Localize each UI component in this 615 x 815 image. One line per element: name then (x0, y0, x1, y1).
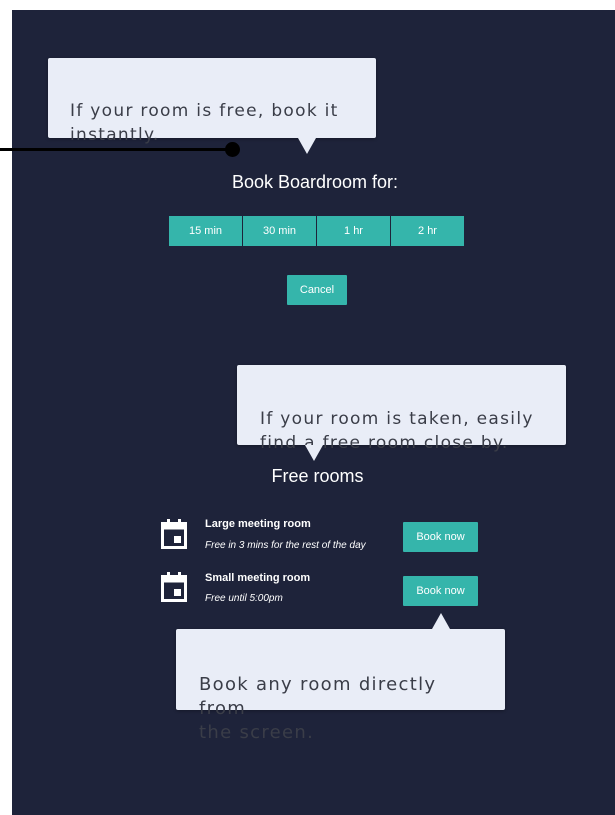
cancel-button[interactable]: Cancel (287, 275, 347, 305)
room-name: Large meeting room (205, 518, 311, 530)
duration-1-hr-button[interactable]: 1 hr (317, 216, 391, 246)
room-name: Small meeting room (205, 572, 311, 584)
tooltip-book-any-room: Book any room directly from the screen. (176, 613, 505, 743)
screenshot-canvas: If your room is free, book it instantly.… (0, 0, 615, 815)
duration-button-group: 15 min 30 min 1 hr 2 hr (169, 216, 464, 246)
tooltip-instant-book: If your room is free, book it instantly. (48, 58, 376, 154)
room-availability: Free in 3 mins for the rest of the day (205, 540, 366, 551)
tooltip-find-free-room: If your room is taken, easily find a fre… (237, 365, 566, 461)
calendar-icon (161, 519, 187, 549)
tooltip-tail (305, 445, 323, 461)
callout-pointer-line (0, 148, 232, 151)
book-now-button-small-room[interactable]: Book now (403, 576, 478, 606)
tooltip-find-free-room-text: If your room is taken, easily find a fre… (260, 409, 534, 453)
duration-15-min-button[interactable]: 15 min (169, 216, 243, 246)
calendar-icon (161, 572, 187, 602)
callout-pointer-dot (225, 142, 240, 157)
free-rooms-heading: Free rooms (271, 466, 364, 486)
book-boardroom-heading: Book Boardroom for: (231, 172, 399, 192)
book-now-button-large-room[interactable]: Book now (403, 522, 478, 552)
duration-2-hr-button[interactable]: 2 hr (391, 216, 464, 246)
tooltip-tail (298, 138, 316, 154)
duration-30-min-button[interactable]: 30 min (243, 216, 317, 246)
room-availability: Free until 5:00pm (205, 593, 283, 604)
tooltip-tail (432, 613, 450, 629)
